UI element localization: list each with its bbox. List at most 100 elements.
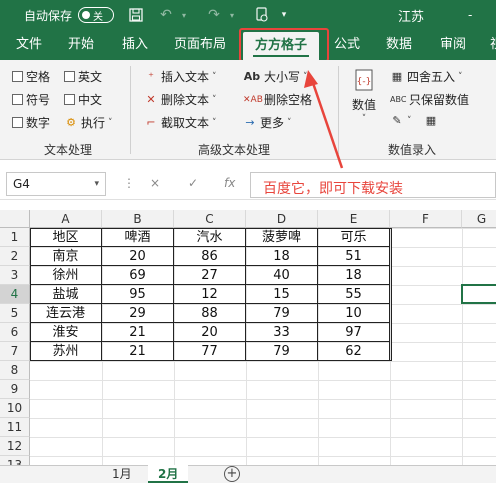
value-button[interactable]: {-} 数值 ˅: [352, 68, 376, 124]
table-cell[interactable]: 12: [174, 285, 246, 304]
name-box[interactable]: G4 ▾: [6, 172, 106, 196]
row-header-4[interactable]: 4: [0, 285, 30, 304]
table-cell[interactable]: 55: [318, 285, 390, 304]
tab-file[interactable]: 文件: [16, 30, 42, 60]
table-cell[interactable]: 18: [318, 266, 390, 285]
tab-data[interactable]: 数据: [386, 30, 412, 60]
table-header-cell[interactable]: 汽水: [174, 228, 246, 247]
undo-icon[interactable]: ↶: [158, 7, 174, 23]
sheet-tab-jan[interactable]: 1月: [102, 465, 142, 483]
table-cell[interactable]: 95: [102, 285, 174, 304]
select-all-corner[interactable]: [0, 210, 30, 228]
execute-button[interactable]: ⚙ 执行 ˅: [64, 114, 112, 131]
tab-formulas[interactable]: 公式: [334, 30, 360, 60]
table-cell[interactable]: 20: [174, 323, 246, 342]
cancel-icon[interactable]: ×: [150, 176, 160, 190]
table-cell[interactable]: 62: [318, 342, 390, 361]
row-header-10[interactable]: 10: [0, 399, 30, 418]
table-cell[interactable]: 21: [102, 342, 174, 361]
autosave-toggle[interactable]: 关: [78, 7, 115, 23]
keep-value-button[interactable]: ABC 只保留数值: [390, 91, 469, 108]
table-cell[interactable]: 盐城: [30, 285, 102, 304]
table-cell[interactable]: 97: [318, 323, 390, 342]
undo-dropdown-icon[interactable]: ▾: [176, 7, 192, 23]
redo-icon[interactable]: ↷: [206, 7, 222, 23]
table-cell[interactable]: 苏州: [30, 342, 102, 361]
table-header-cell[interactable]: 菠萝啤: [246, 228, 318, 247]
table-cell[interactable]: 88: [174, 304, 246, 323]
table-cell[interactable]: 86: [174, 247, 246, 266]
table-header-cell[interactable]: 可乐: [318, 228, 390, 247]
column-header-b[interactable]: B: [102, 210, 174, 228]
confirm-icon[interactable]: ✓: [188, 176, 198, 190]
checkbox-number[interactable]: 数字: [12, 114, 50, 131]
table-cell[interactable]: 15: [246, 285, 318, 304]
insert-text-button[interactable]: ⁺ 插入文本 ˅: [144, 68, 216, 85]
table-cell[interactable]: 10: [318, 304, 390, 323]
row-header-9[interactable]: 9: [0, 380, 30, 399]
table-cell[interactable]: 淮安: [30, 323, 102, 342]
row-header-7[interactable]: 7: [0, 342, 30, 361]
column-header-e[interactable]: E: [318, 210, 390, 228]
table-cell[interactable]: 79: [246, 342, 318, 361]
row-header-6[interactable]: 6: [0, 323, 30, 342]
edit-value-button[interactable]: ✎ ˅: [390, 114, 411, 127]
customize-toolbar-icon[interactable]: ▾: [276, 7, 292, 23]
tab-view[interactable]: 视: [490, 30, 496, 60]
save-icon[interactable]: [128, 7, 144, 23]
add-sheet-icon[interactable]: +: [224, 466, 240, 482]
checkbox-english[interactable]: 英文: [64, 68, 102, 85]
active-cell-g4[interactable]: [461, 284, 496, 304]
abc-icon: ABC: [390, 95, 407, 104]
table-cell[interactable]: 33: [246, 323, 318, 342]
row-header-8[interactable]: 8: [0, 361, 30, 380]
table-cell[interactable]: 77: [174, 342, 246, 361]
grid-tool-button[interactable]: ▦: [424, 114, 438, 127]
tab-page-layout[interactable]: 页面布局: [174, 30, 226, 60]
checkbox-symbol[interactable]: 符号: [12, 91, 50, 108]
tab-home[interactable]: 开始: [68, 30, 94, 60]
more-options-icon[interactable]: ⋮: [123, 176, 135, 190]
table-cell[interactable]: 18: [246, 247, 318, 266]
table-cell[interactable]: 40: [246, 266, 318, 285]
extract-text-label: 截取文本: [161, 116, 210, 130]
row-header-12[interactable]: 12: [0, 437, 30, 456]
minimize-button[interactable]: -: [468, 8, 472, 22]
table-cell[interactable]: 27: [174, 266, 246, 285]
sheet-tab-feb[interactable]: 2月: [148, 465, 189, 483]
row-header-11[interactable]: 11: [0, 418, 30, 437]
row-header-3[interactable]: 3: [0, 266, 30, 285]
table-cell[interactable]: 79: [246, 304, 318, 323]
table-cell[interactable]: 南京: [30, 247, 102, 266]
round-button[interactable]: ▦ 四舍五入 ˅: [390, 68, 463, 85]
table-header-cell[interactable]: 啤酒: [102, 228, 174, 247]
delete-space-button[interactable]: ✕AB 删除空格: [243, 91, 312, 108]
table-cell[interactable]: 21: [102, 323, 174, 342]
table-cell[interactable]: 51: [318, 247, 390, 266]
redo-dropdown-icon[interactable]: ▾: [224, 7, 240, 23]
table-cell[interactable]: 29: [102, 304, 174, 323]
case-button[interactable]: Ab 大小写 ˅: [243, 68, 308, 85]
column-header-a[interactable]: A: [30, 210, 102, 228]
row-header-5[interactable]: 5: [0, 304, 30, 323]
column-header-c[interactable]: C: [174, 210, 246, 228]
table-header-cell[interactable]: 地区: [30, 228, 102, 247]
table-cell[interactable]: 徐州: [30, 266, 102, 285]
row-header-2[interactable]: 2: [0, 247, 30, 266]
touch-mode-icon[interactable]: [254, 7, 270, 23]
extract-text-button[interactable]: ⌐ 截取文本 ˅: [144, 114, 216, 131]
function-icon[interactable]: fx: [224, 176, 235, 190]
table-cell[interactable]: 20: [102, 247, 174, 266]
column-header-f[interactable]: F: [390, 210, 462, 228]
tab-review[interactable]: 审阅: [440, 30, 466, 60]
checkbox-chinese[interactable]: 中文: [64, 91, 102, 108]
tab-insert[interactable]: 插入: [122, 30, 148, 60]
column-header-d[interactable]: D: [246, 210, 318, 228]
table-cell[interactable]: 连云港: [30, 304, 102, 323]
table-cell[interactable]: 69: [102, 266, 174, 285]
more-button[interactable]: → 更多 ˅: [243, 114, 291, 131]
checkbox-space[interactable]: 空格: [12, 68, 50, 85]
row-header-1[interactable]: 1: [0, 228, 30, 247]
column-header-g[interactable]: G: [462, 210, 496, 228]
delete-text-button[interactable]: ✕ 删除文本 ˅: [144, 91, 216, 108]
